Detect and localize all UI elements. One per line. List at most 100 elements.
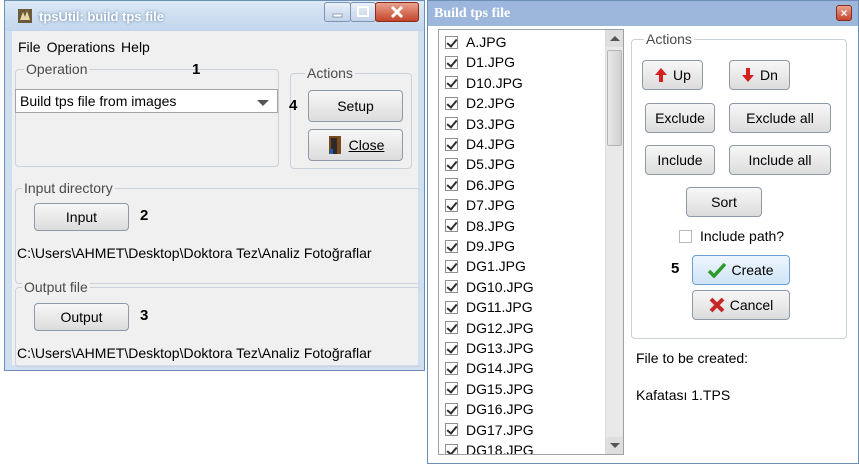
file-checkbox[interactable]	[445, 443, 458, 454]
cancel-x-icon	[709, 297, 725, 313]
file-list-item[interactable]: DG18.JPG	[445, 440, 534, 455]
create-button[interactable]: Create	[692, 255, 790, 285]
build-tps-window: Build tps file × DG18.JPG DG17.JPG DG16.JP…	[427, 0, 859, 464]
build-title-bar[interactable]: Build tps file ×	[428, 1, 858, 26]
file-checkbox[interactable]	[445, 35, 458, 49]
include-button[interactable]: Include	[645, 145, 715, 175]
file-name: DG18.JPG	[466, 442, 534, 455]
include-path-option[interactable]: Include path?	[679, 228, 784, 244]
maximize-button[interactable]	[350, 2, 376, 22]
file-checkbox[interactable]	[445, 198, 458, 212]
file-checkbox[interactable]	[445, 76, 458, 90]
exclude-button[interactable]: Exclude	[645, 103, 715, 133]
file-checkbox[interactable]	[445, 55, 458, 69]
list-scrollbar[interactable]	[605, 30, 623, 454]
file-checkbox[interactable]	[445, 117, 458, 131]
file-name: DG17.JPG	[466, 421, 534, 438]
scroll-down-button[interactable]	[606, 437, 623, 454]
input-path: C:\Users\AHMET\Desktop\Doktora Tez\Anali…	[17, 245, 372, 261]
file-checkbox[interactable]	[445, 321, 458, 335]
file-checkbox[interactable]	[445, 178, 458, 192]
file-name: D7.JPG	[466, 197, 516, 214]
file-checkbox[interactable]	[445, 259, 458, 273]
file-list-item[interactable]: DG17.JPG	[445, 420, 534, 440]
file-checkbox[interactable]	[445, 341, 458, 355]
output-label: Output	[60, 309, 103, 325]
exclude-all-button[interactable]: Exclude all	[729, 103, 831, 133]
window-title: tpsUtil: build tps file	[39, 9, 164, 24]
build-actions-label: Actions	[644, 31, 694, 47]
tpsutil-window: tpsUtil: build tps file File Operations He…	[4, 0, 425, 371]
file-list-item[interactable]: DG14.JPG	[445, 358, 534, 378]
input-label: Input	[65, 209, 98, 225]
marker-1: 1	[192, 61, 201, 78]
file-checkbox[interactable]	[445, 361, 458, 375]
file-list-item[interactable]: A.JPG	[445, 32, 506, 52]
include-path-checkbox[interactable]	[679, 229, 692, 243]
operation-select[interactable]: Build tps file from images	[15, 89, 278, 113]
file-checkbox[interactable]	[445, 423, 458, 437]
file-checkbox[interactable]	[445, 219, 458, 233]
file-list-item[interactable]: DG12.JPG	[445, 318, 534, 338]
scroll-down-icon	[610, 443, 620, 448]
file-list-item[interactable]: D10.JPG	[445, 73, 523, 93]
file-name: DG12.JPG	[466, 319, 534, 336]
scroll-thumb[interactable]	[607, 50, 622, 146]
marker-3: 3	[140, 307, 149, 324]
file-list-item[interactable]: D5.JPG	[445, 154, 515, 174]
menu-operations[interactable]: Operations	[47, 39, 115, 55]
file-checkbox[interactable]	[445, 300, 458, 314]
setup-button[interactable]: Setup	[308, 90, 403, 122]
close-build-window-button[interactable]: ×	[836, 5, 852, 21]
exclude-all-label: Exclude all	[746, 110, 814, 126]
input-button[interactable]: Input	[34, 203, 129, 231]
file-list-item[interactable]: D7.JPG	[445, 195, 515, 215]
file-checkbox[interactable]	[445, 239, 458, 253]
menu-bar: File Operations Help	[12, 39, 156, 57]
cancel-button[interactable]: Cancel	[692, 290, 790, 320]
file-list-item[interactable]: DG15.JPG	[445, 379, 534, 399]
file-list-item[interactable]: D3.JPG	[445, 114, 515, 134]
file-checkbox[interactable]	[445, 137, 458, 151]
file-checkbox[interactable]	[445, 157, 458, 171]
file-name: D3.JPG	[466, 115, 516, 132]
file-list[interactable]: DG18.JPG DG17.JPG DG16.JPG DG15.JPG DG14.JPG…	[438, 29, 624, 455]
down-button[interactable]: Dn	[729, 60, 790, 90]
title-bar[interactable]: tpsUtil: build tps file	[5, 1, 424, 31]
sort-button[interactable]: Sort	[686, 187, 762, 217]
close-window-button[interactable]	[375, 2, 419, 22]
file-name: D9.JPG	[466, 238, 516, 254]
file-list-item[interactable]: DG13.JPG	[445, 338, 534, 358]
file-list-item[interactable]: D4.JPG	[445, 134, 515, 154]
file-checkbox[interactable]	[445, 96, 458, 110]
file-list-item[interactable]: D2.JPG	[445, 93, 515, 113]
file-checkbox[interactable]	[445, 280, 458, 294]
file-checkbox[interactable]	[445, 382, 458, 396]
sort-label: Sort	[711, 194, 737, 210]
file-list-item[interactable]: D9.JPG	[445, 236, 515, 256]
menu-file[interactable]: File	[18, 39, 41, 55]
up-button[interactable]: Up	[642, 60, 703, 90]
close-label: Close	[348, 137, 385, 153]
file-list-item[interactable]: DG1.JPG	[445, 256, 526, 276]
close-button[interactable]: Close	[308, 129, 403, 161]
scroll-up-icon	[610, 36, 620, 41]
file-list-item[interactable]: DG11.JPG	[445, 297, 533, 317]
file-name: D1.JPG	[466, 54, 516, 71]
file-checkbox[interactable]	[445, 402, 458, 416]
scroll-up-button[interactable]	[606, 30, 623, 47]
close-icon	[390, 5, 404, 19]
file-list-item[interactable]: D6.JPG	[445, 175, 515, 195]
include-label: Include	[657, 152, 703, 168]
file-list-item[interactable]: DG10.JPG	[445, 277, 534, 297]
menu-help[interactable]: Help	[121, 39, 150, 55]
minimize-button[interactable]	[324, 2, 351, 22]
arrow-down-icon	[742, 68, 755, 82]
file-list-item[interactable]: D8.JPG	[445, 216, 515, 236]
file-list-item[interactable]: D1.JPG	[445, 52, 515, 72]
file-list-item[interactable]: DG16.JPG	[445, 399, 534, 419]
output-button[interactable]: Output	[34, 303, 129, 331]
file-name: D4.JPG	[466, 136, 516, 152]
file-to-be-created-value: Kafatası 1.TPS	[636, 387, 731, 403]
include-all-button[interactable]: Include all	[729, 145, 831, 175]
